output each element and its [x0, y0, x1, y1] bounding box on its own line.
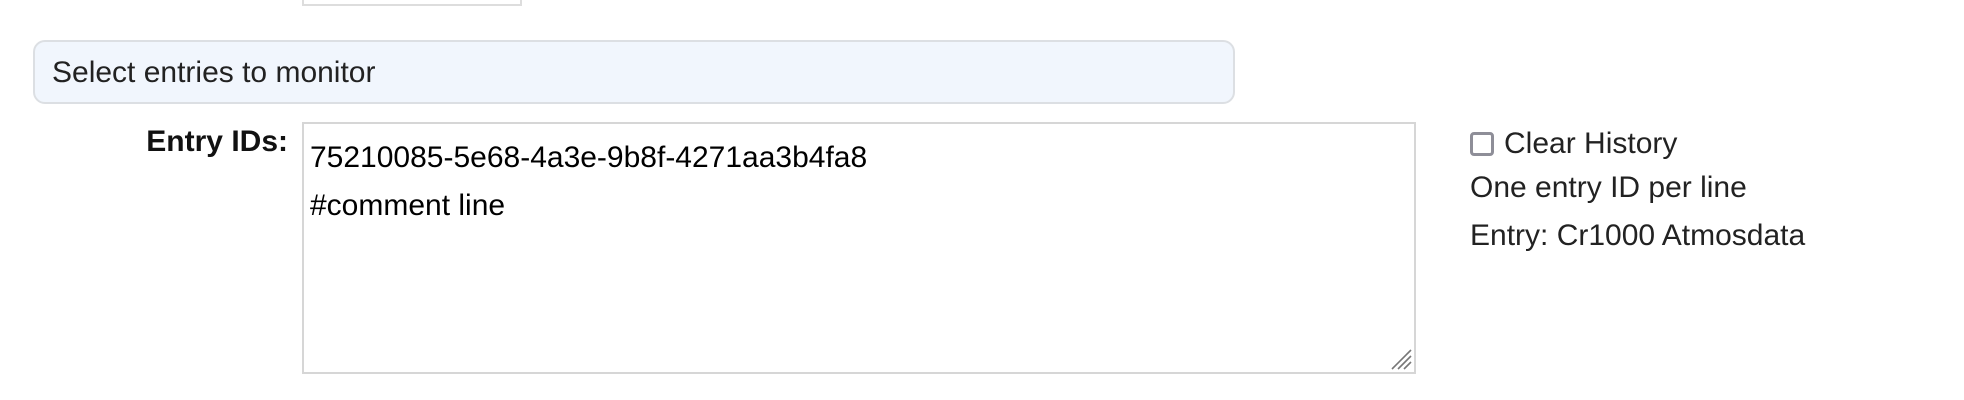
section-title: Select entries to monitor	[52, 56, 376, 89]
entry-id-line: 75210085-5e68-4a3e-9b8f-4271aa3b4fa8	[310, 141, 868, 174]
section-header: Select entries to monitor	[33, 40, 1235, 104]
entry-ids-label: Entry IDs:	[146, 125, 288, 158]
entry-options: Clear History One entry ID per line Entr…	[1470, 124, 1805, 260]
help-text: One entry ID per line	[1470, 171, 1747, 204]
entry-ids-textarea[interactable]: 75210085-5e68-4a3e-9b8f-4271aa3b4fa8 #co…	[302, 122, 1416, 374]
previous-field-input[interactable]	[302, 0, 522, 6]
clear-history-label[interactable]: Clear History	[1504, 127, 1677, 161]
entry-info: Entry: Cr1000 Atmosdata	[1470, 219, 1806, 252]
comment-line: #comment line	[310, 189, 506, 222]
resize-grip-icon[interactable]	[1390, 348, 1412, 370]
clear-history-option[interactable]: Clear History	[1470, 124, 1805, 164]
clear-history-checkbox[interactable]	[1470, 132, 1494, 156]
